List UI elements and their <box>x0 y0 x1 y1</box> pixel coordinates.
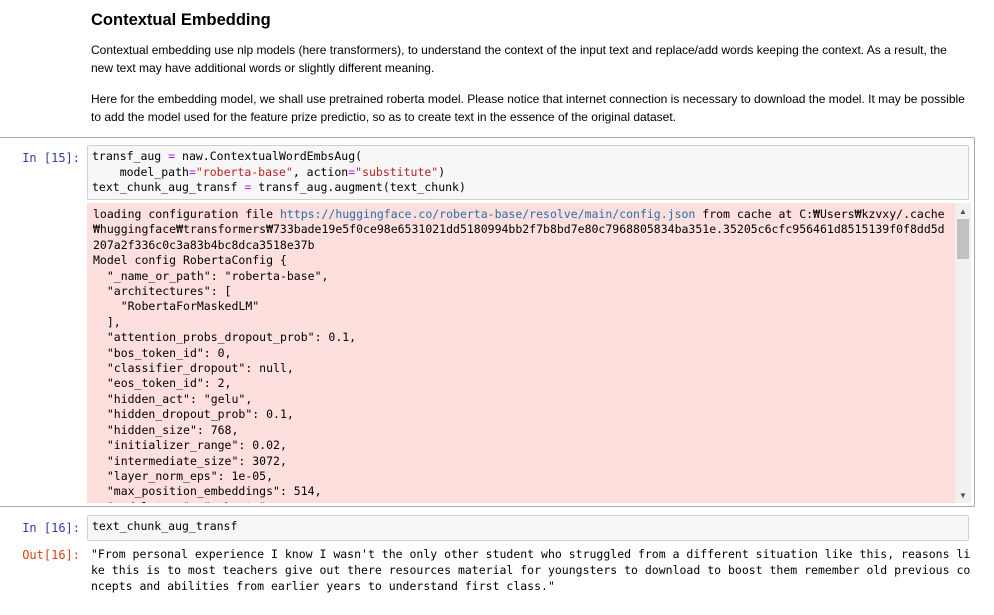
code-editor-15[interactable]: transf_aug = naw.ContextualWordEmbsAug( … <box>88 146 968 199</box>
code-input-16[interactable]: text_chunk_aug_transf <box>87 515 969 541</box>
scroll-thumb[interactable] <box>957 219 969 259</box>
stderr-body: from cache at C:₩Users₩kzvxy/.cache₩hugg… <box>93 207 945 503</box>
stderr-output-area[interactable]: loading configuration file https://huggi… <box>87 203 971 503</box>
code-input-15[interactable]: transf_aug = naw.ContextualWordEmbsAug( … <box>87 145 969 200</box>
output-prompt-16: Out[16]: <box>22 548 80 562</box>
config-url-link[interactable]: https://huggingface.co/roberta-base/reso… <box>280 207 695 221</box>
code-editor-16[interactable]: text_chunk_aug_transf <box>88 516 968 538</box>
code-token: "roberta-base" <box>195 164 293 179</box>
code-token: text_chunk_aug_transf <box>92 180 245 194</box>
output-result-16: "From personal experience I know I wasn'… <box>91 547 971 593</box>
code-token: "substitute" <box>355 164 439 179</box>
code-token: = <box>188 164 196 179</box>
markdown-paragraph-2: Here for the embedding model, we shall u… <box>91 92 965 124</box>
stderr-prefix: loading configuration file <box>93 207 280 221</box>
input-prompt-16: In [16]: <box>22 521 80 535</box>
code-token: naw.ContextualWordEmbsAug( <box>175 149 363 163</box>
code-token: model_path <box>92 164 189 179</box>
scroll-up-arrow-icon[interactable]: ▲ <box>955 203 971 219</box>
code-token: ) <box>438 164 446 179</box>
input-prompt-15: In [15]: <box>22 151 80 165</box>
section-heading: Contextual Embedding <box>91 11 271 29</box>
markdown-paragraph-1: Contextual embedding use nlp models (her… <box>91 43 947 75</box>
markdown-cell: Contextual Embedding Contextual embeddin… <box>91 0 971 130</box>
code-token: transf_aug <box>92 149 169 163</box>
scroll-down-arrow-icon[interactable]: ▼ <box>955 487 971 503</box>
code-token: transf_aug.augment(text_chunk) <box>251 180 466 194</box>
code-token: , action <box>292 164 349 179</box>
output-scrollbar[interactable]: ▲ ▼ <box>955 203 971 503</box>
stderr-text: loading configuration file https://huggi… <box>87 203 953 503</box>
